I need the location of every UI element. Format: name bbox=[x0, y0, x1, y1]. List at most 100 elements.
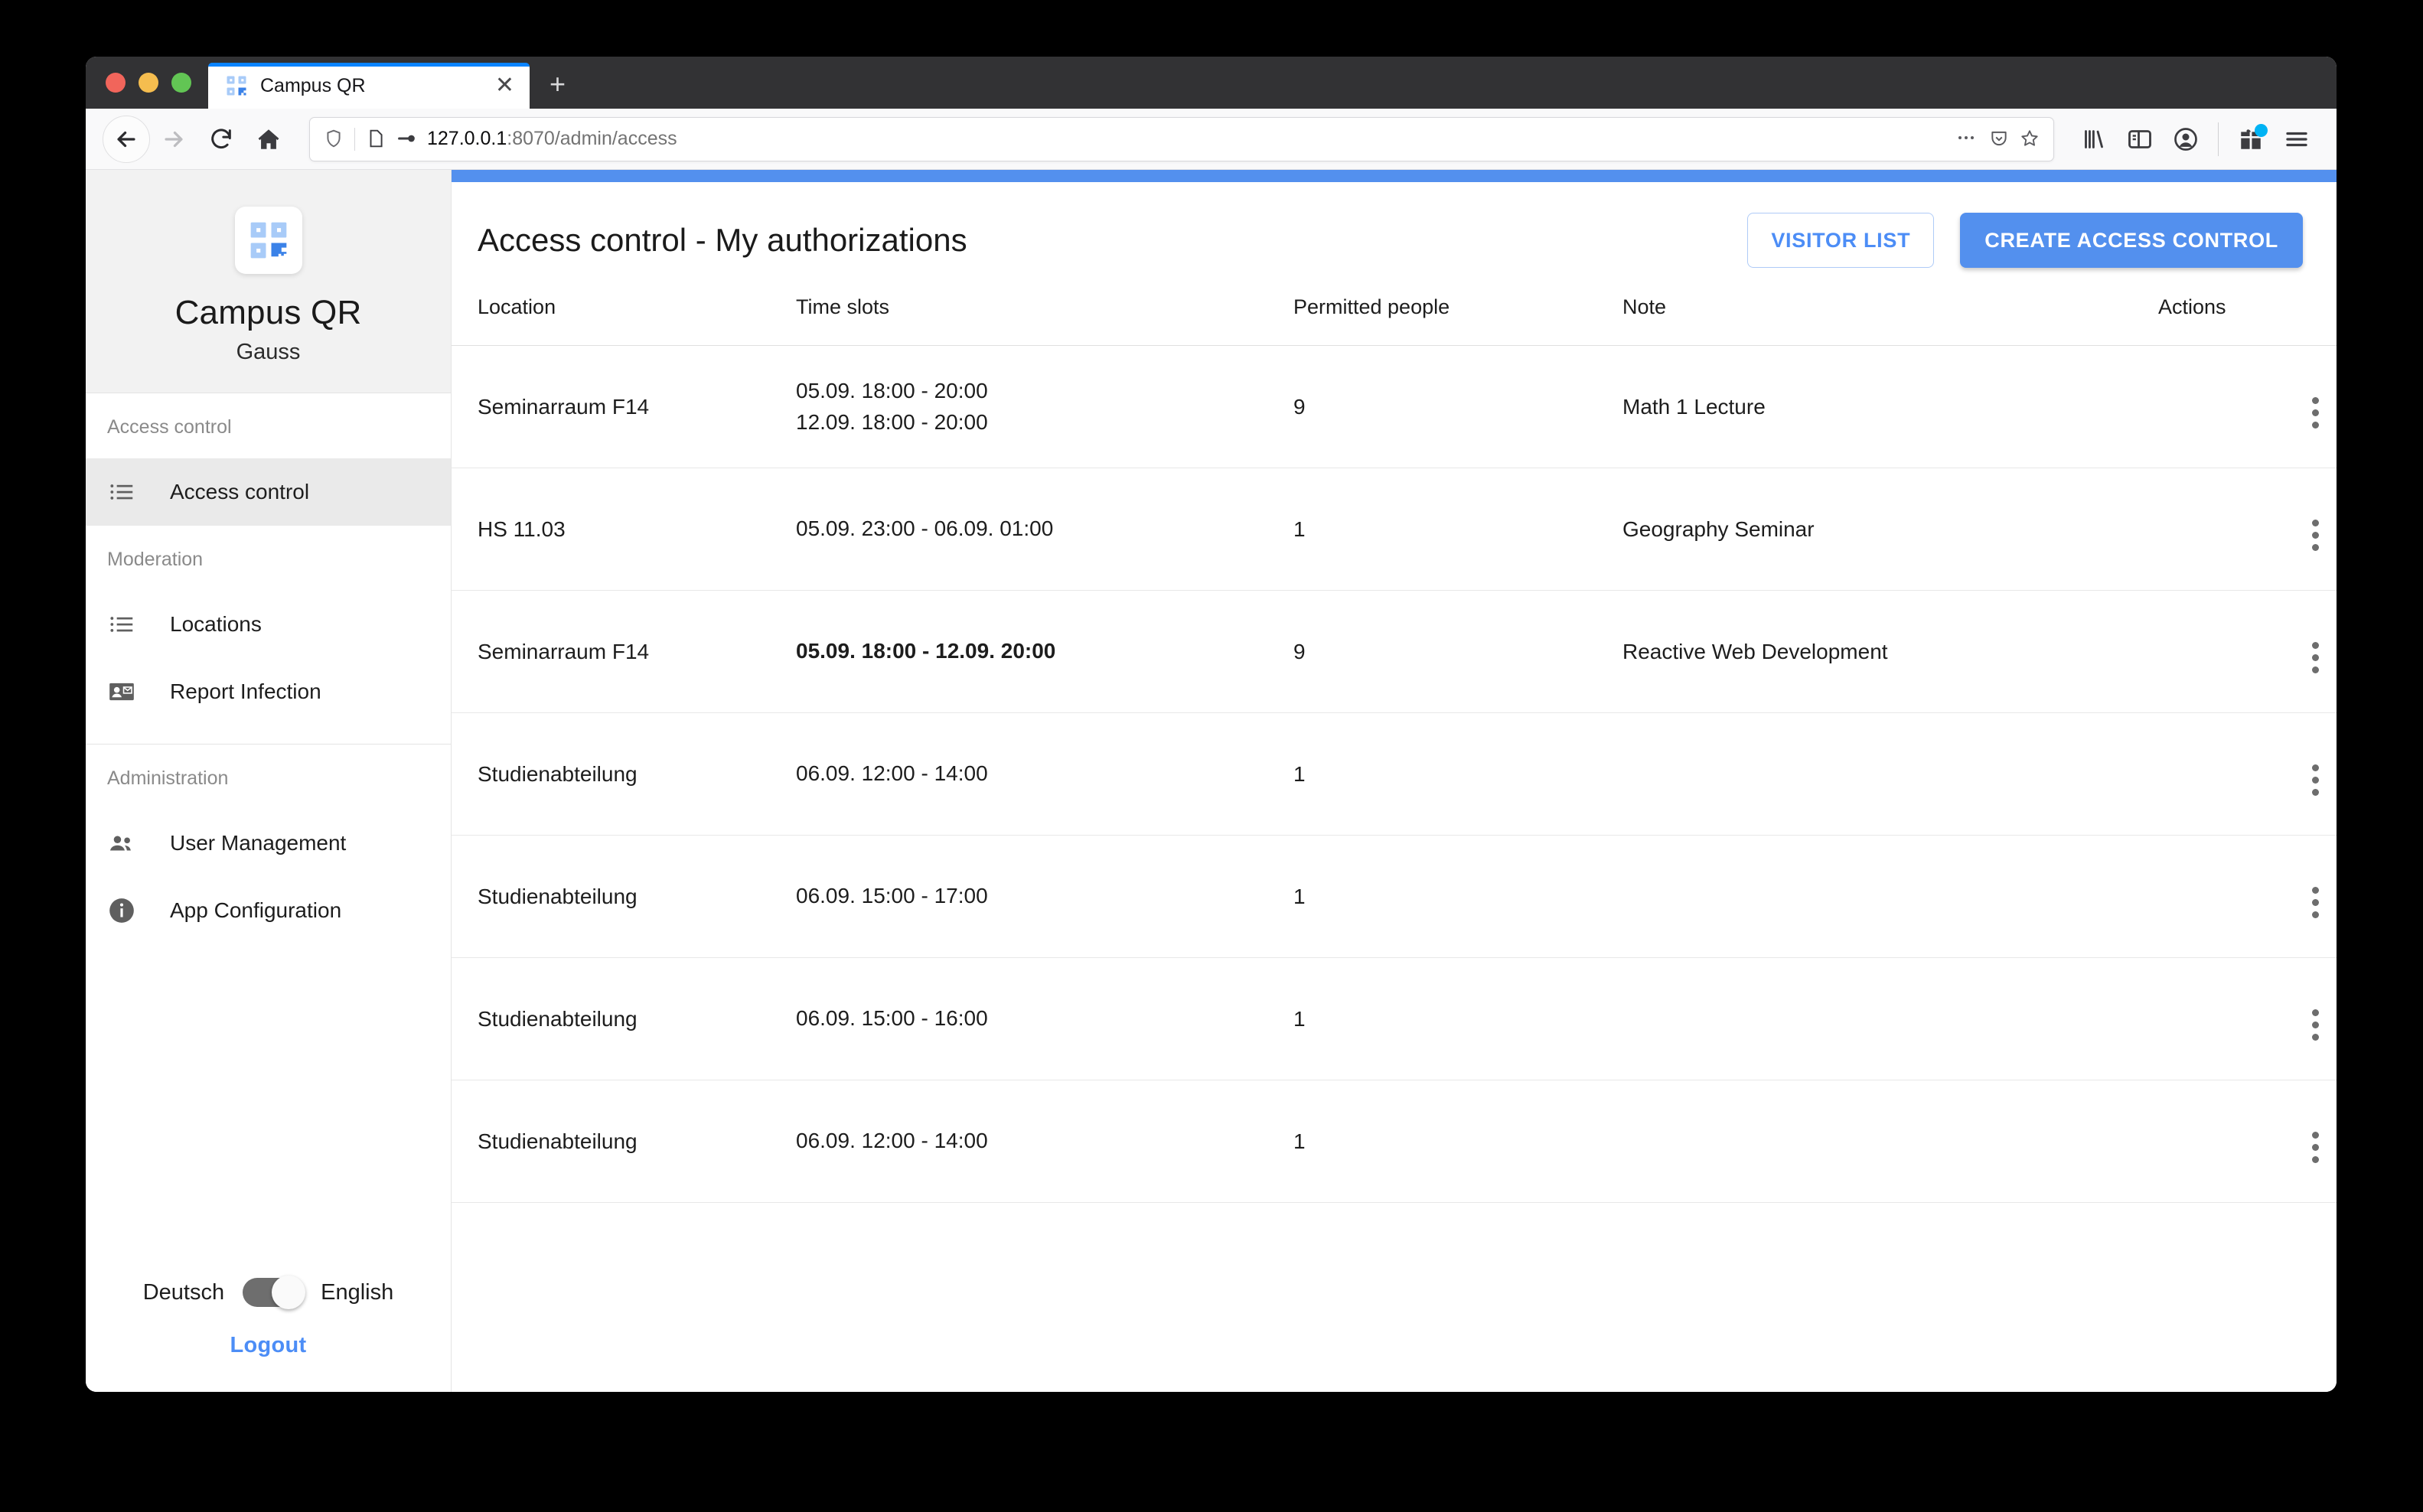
language-switch[interactable] bbox=[243, 1276, 306, 1309]
maximize-window-button[interactable] bbox=[171, 73, 191, 93]
ellipsis-icon[interactable] bbox=[1954, 129, 1978, 150]
star-icon[interactable] bbox=[2020, 129, 2040, 150]
close-window-button[interactable] bbox=[106, 73, 126, 93]
time-slot-line: 05.09. 18:00 - 12.09. 20:00 bbox=[796, 639, 1056, 663]
toolbar-divider bbox=[2218, 122, 2219, 156]
table-empty-space bbox=[452, 1203, 2337, 1392]
cell-permitted-people: 1 bbox=[1293, 835, 1622, 958]
sidebar-item-label: App Configuration bbox=[170, 898, 342, 922]
sidebar: Campus QR Gauss Access control Access co… bbox=[86, 170, 452, 1392]
qr-code-favicon bbox=[225, 74, 248, 97]
cell-location: Studienabteilung bbox=[452, 1080, 796, 1203]
sidebar-item-app-configuration[interactable]: App Configuration bbox=[86, 877, 451, 944]
sidebar-item-user-management[interactable]: User Management bbox=[86, 810, 451, 877]
column-header-time-slots: Time slots bbox=[796, 291, 1293, 346]
cell-note bbox=[1622, 835, 2158, 958]
gift-icon[interactable] bbox=[2228, 116, 2274, 162]
sidebar-icon[interactable] bbox=[2117, 116, 2163, 162]
cell-permitted-people: 1 bbox=[1293, 957, 1622, 1080]
account-icon[interactable] bbox=[2163, 116, 2209, 162]
cell-location: HS 11.03 bbox=[452, 468, 796, 591]
cell-actions bbox=[2158, 957, 2337, 1080]
language-switch-knob bbox=[272, 1276, 306, 1309]
language-label-german: Deutsch bbox=[142, 1279, 225, 1305]
kebab-menu-icon[interactable] bbox=[2312, 1132, 2319, 1163]
time-slot-line: 12.09. 18:00 - 20:00 bbox=[796, 409, 988, 434]
kebab-menu-icon[interactable] bbox=[2312, 1009, 2319, 1041]
key-permissions-icon[interactable] bbox=[396, 129, 416, 150]
pocket-icon[interactable] bbox=[1989, 129, 2009, 150]
kebab-menu-icon[interactable] bbox=[2312, 520, 2319, 551]
close-icon[interactable]: ✕ bbox=[491, 74, 519, 97]
info-icon bbox=[107, 896, 150, 925]
cell-actions bbox=[2158, 712, 2337, 836]
sidebar-item-report-infection[interactable]: Report Infection bbox=[86, 658, 451, 725]
cell-permitted-people: 9 bbox=[1293, 590, 1622, 713]
time-slot-line: 06.09. 12:00 - 14:00 bbox=[796, 761, 988, 786]
minimize-window-button[interactable] bbox=[139, 73, 158, 93]
cell-location: Studienabteilung bbox=[452, 835, 796, 958]
cell-time-slots: 05.09. 18:00 - 12.09. 20:00 bbox=[796, 590, 1293, 713]
app-subtitle: Gauss bbox=[236, 340, 301, 364]
cell-actions bbox=[2158, 835, 2337, 958]
language-label-english: English bbox=[321, 1279, 394, 1305]
main-content: Access control - My authorizations VISIT… bbox=[452, 170, 2337, 1392]
cell-location: Seminarraum F14 bbox=[452, 590, 796, 713]
sidebar-brand: Campus QR Gauss bbox=[86, 170, 451, 393]
table-header-row: Location Time slots Permitted people Not… bbox=[452, 291, 2337, 346]
cell-time-slots: 06.09. 12:00 - 14:00 bbox=[796, 712, 1293, 836]
nav-section-label-access-control: Access control bbox=[107, 416, 232, 438]
people-icon bbox=[107, 829, 150, 858]
kebab-menu-icon[interactable] bbox=[2312, 397, 2319, 429]
column-header-location: Location bbox=[452, 291, 796, 346]
sidebar-item-access-control[interactable]: Access control bbox=[86, 458, 451, 526]
shield-icon[interactable] bbox=[324, 129, 344, 150]
cell-location: Studienabteilung bbox=[452, 712, 796, 836]
table-header: Location Time slots Permitted people Not… bbox=[452, 291, 2337, 346]
gift-badge bbox=[2255, 123, 2268, 137]
cell-time-slots: 05.09. 23:00 - 06.09. 01:00 bbox=[796, 468, 1293, 591]
library-icon[interactable] bbox=[2071, 116, 2117, 162]
cell-time-slots: 05.09. 18:00 - 20:00 12.09. 18:00 - 20:00 bbox=[796, 345, 1293, 468]
table-row: Studienabteilung 06.09. 12:00 - 14:00 1 bbox=[452, 712, 2337, 836]
browser-tab[interactable]: Campus QR ✕ bbox=[208, 63, 530, 109]
table-row: Seminarraum F14 05.09. 18:00 - 20:00 12.09… bbox=[452, 345, 2337, 468]
sidebar-item-label: Locations bbox=[170, 612, 262, 636]
cell-actions bbox=[2158, 345, 2337, 468]
column-header-permitted-people: Permitted people bbox=[1293, 291, 1622, 346]
cell-actions bbox=[2158, 1080, 2337, 1203]
url-input[interactable]: 127.0.0.1:8070/admin/access bbox=[427, 128, 1943, 150]
page-icon[interactable] bbox=[366, 129, 386, 150]
plus-icon[interactable]: + bbox=[530, 70, 585, 109]
visitor-list-button[interactable]: VISITOR LIST bbox=[1747, 213, 1935, 268]
cell-note bbox=[1622, 957, 2158, 1080]
cell-time-slots: 06.09. 12:00 - 14:00 bbox=[796, 1080, 1293, 1203]
sidebar-item-label: User Management bbox=[170, 831, 347, 855]
table-row: HS 11.03 05.09. 23:00 - 06.09. 01:00 1 Geog… bbox=[452, 468, 2337, 591]
create-access-control-button[interactable]: CREATE ACCESS CONTROL bbox=[1960, 213, 2303, 268]
cell-actions bbox=[2158, 590, 2337, 713]
cell-permitted-people: 1 bbox=[1293, 468, 1622, 591]
hamburger-menu-icon[interactable] bbox=[2274, 116, 2320, 162]
column-header-note: Note bbox=[1622, 291, 2158, 346]
time-slot-line: 06.09. 12:00 - 14:00 bbox=[796, 1129, 988, 1153]
kebab-menu-icon[interactable] bbox=[2312, 887, 2319, 918]
accent-bar bbox=[452, 170, 2337, 182]
home-icon[interactable] bbox=[245, 116, 292, 163]
table-row: Studienabteilung 06.09. 12:00 - 14:00 1 bbox=[452, 1080, 2337, 1203]
browser-window: Campus QR ✕ + 127.0.0.1:8070/admin/acces… bbox=[86, 57, 2337, 1392]
arrow-left-icon[interactable] bbox=[103, 115, 150, 163]
reload-icon[interactable] bbox=[197, 116, 245, 163]
window-traffic-lights bbox=[86, 57, 208, 109]
cell-time-slots: 06.09. 15:00 - 17:00 bbox=[796, 835, 1293, 958]
sidebar-item-label: Report Infection bbox=[170, 679, 321, 703]
kebab-menu-icon[interactable] bbox=[2312, 764, 2319, 796]
contact-mail-icon bbox=[107, 677, 150, 706]
kebab-menu-icon[interactable] bbox=[2312, 642, 2319, 673]
sidebar-item-locations[interactable]: Locations bbox=[86, 591, 451, 658]
table-body: Seminarraum F14 05.09. 18:00 - 20:00 12.09… bbox=[452, 345, 2337, 1203]
table-row: Seminarraum F14 05.09. 18:00 - 12.09. 20:… bbox=[452, 590, 2337, 713]
logout-link[interactable]: Logout bbox=[86, 1333, 451, 1358]
table-row: Studienabteilung 06.09. 15:00 - 17:00 1 bbox=[452, 835, 2337, 958]
url-bar[interactable]: 127.0.0.1:8070/admin/access bbox=[309, 116, 2054, 161]
